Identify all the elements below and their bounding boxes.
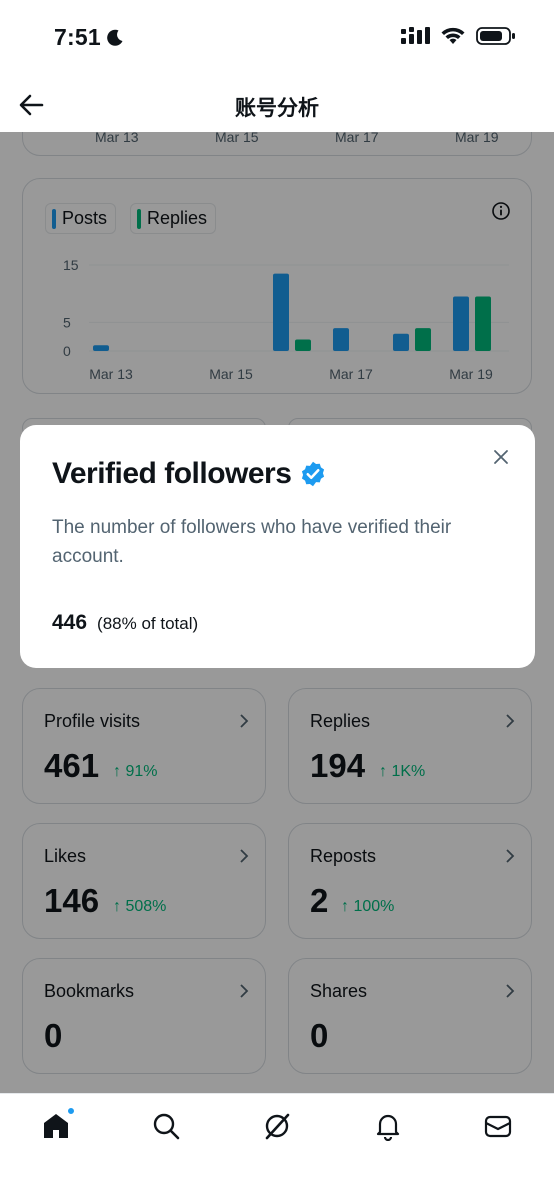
app-header: 账号分析: [0, 76, 554, 132]
search-icon: [153, 1113, 180, 1140]
dialog-title-text: Verified followers: [52, 457, 292, 490]
close-button[interactable]: [489, 445, 513, 469]
verified-followers-dialog: Verified followers The number of followe…: [20, 425, 535, 668]
verified-followers-percent: (88% of total): [97, 614, 199, 633]
nav-grok[interactable]: [261, 1110, 293, 1142]
dialog-description: The number of followers who have verifie…: [52, 517, 452, 567]
nav-notifications[interactable]: [372, 1110, 404, 1142]
page-title: 账号分析: [235, 96, 319, 120]
nav-home[interactable]: [40, 1107, 75, 1142]
nav-search[interactable]: [150, 1110, 182, 1142]
wifi-icon: [441, 27, 465, 44]
status-time: 7:51: [54, 24, 101, 50]
status-icons: [400, 26, 516, 46]
close-icon: [494, 450, 508, 464]
status-bar: 7:51: [0, 0, 554, 76]
verified-followers-stat: 446 (88% of total): [52, 611, 198, 635]
messages-icon: [484, 1115, 512, 1138]
moon-icon: [107, 29, 123, 46]
grok-icon: [265, 1113, 290, 1140]
signal-icon: [401, 27, 430, 44]
battery-icon: [476, 27, 515, 45]
home-icon: [44, 1114, 68, 1138]
bottom-navigation: [0, 1093, 554, 1200]
home-notification-dot: [67, 1107, 75, 1115]
notifications-icon: [376, 1114, 400, 1141]
verified-followers-count: 446: [52, 611, 88, 634]
nav-messages[interactable]: [482, 1110, 514, 1142]
verified-badge-icon: [302, 461, 325, 487]
dialog-title: Verified followers: [52, 457, 327, 491]
status-time-group: 7:51: [54, 24, 125, 51]
